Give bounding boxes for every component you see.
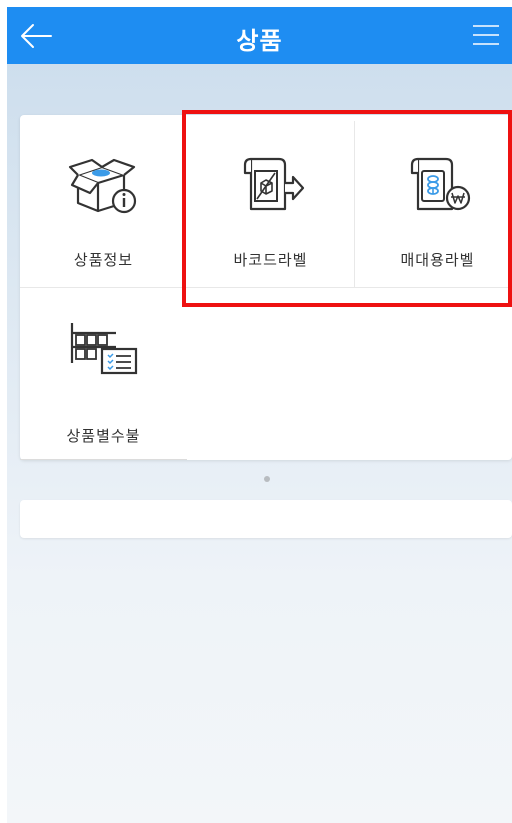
open-box-info-icon [68, 158, 136, 214]
menu-item-barcode-label[interactable]: 바코드라벨 [187, 115, 354, 287]
menu-item-product-info[interactable]: 상품정보 [20, 115, 187, 287]
menu-item-label: 바코드라벨 [233, 251, 308, 269]
inventory-ledger-icon [70, 323, 137, 375]
menu-grid: 상품정보 바코드라벨 매대용라벨 상품별수불 [20, 115, 512, 460]
app-header: 상품 [7, 7, 512, 64]
shelf-price-label-icon [410, 157, 470, 211]
page-title: 상품 [236, 27, 283, 55]
pager-dot[interactable] [264, 476, 270, 482]
hamburger-menu-icon[interactable] [472, 23, 500, 47]
barcode-label-print-icon [243, 157, 304, 211]
grid-divider [354, 121, 355, 287]
menu-item-shelf-label[interactable]: 매대용라벨 [354, 115, 512, 287]
menu-item-stock-ledger[interactable]: 상품별수불 [20, 287, 187, 459]
grid-divider [20, 459, 187, 460]
empty-panel [20, 500, 512, 538]
menu-item-label: 매대용라벨 [400, 251, 475, 269]
menu-item-label: 상품정보 [73, 251, 134, 269]
menu-item-label: 상품별수불 [66, 427, 141, 445]
grid-divider [20, 287, 512, 288]
app-screen: 상품 상품정보 바코드라벨 매대용라벨 상품별수불 [7, 7, 512, 823]
